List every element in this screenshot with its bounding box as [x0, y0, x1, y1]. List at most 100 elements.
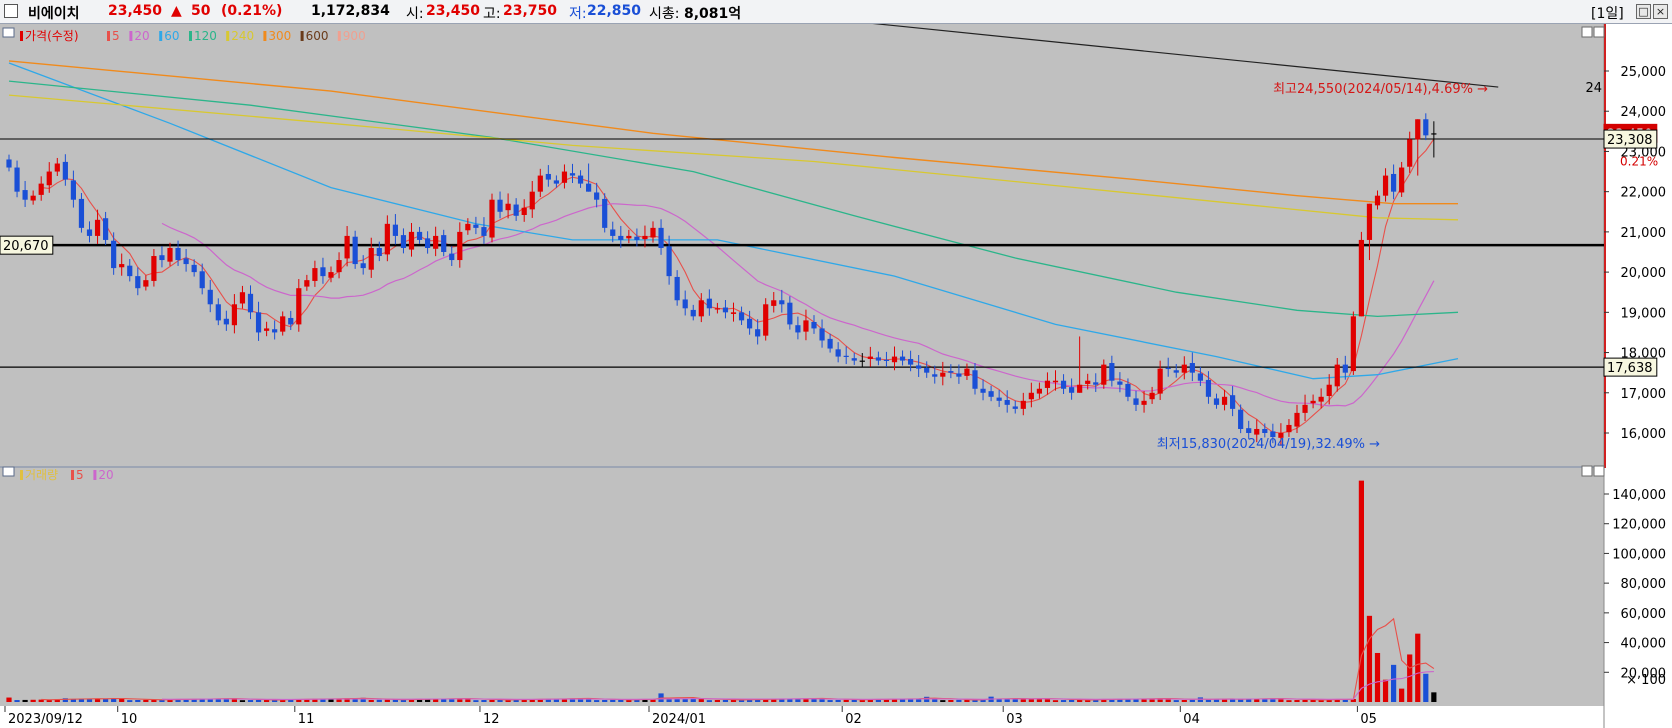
candle-body — [1036, 388, 1042, 394]
candle-body — [489, 199, 495, 238]
candle-body — [223, 318, 229, 325]
volume-bar — [247, 700, 254, 702]
candle-body — [561, 171, 568, 183]
candle-body — [674, 276, 680, 301]
candle-body — [610, 229, 616, 236]
volume-bar — [127, 700, 133, 702]
price-legend-swatch — [107, 31, 110, 41]
trend-line-label: 24 — [1585, 81, 1602, 96]
candle-body — [1189, 363, 1195, 373]
candle-body — [231, 304, 237, 326]
price-legend-swatch — [20, 31, 23, 41]
candle-body — [143, 280, 149, 287]
candle-body — [1213, 398, 1220, 405]
candle-body — [867, 356, 873, 359]
volume-bar — [368, 699, 374, 702]
volume-bar — [489, 699, 495, 702]
candle-body — [730, 312, 737, 314]
x-tick-label: 02 — [845, 712, 862, 727]
candle-body — [46, 171, 52, 186]
candle-body — [996, 397, 1002, 401]
candle-body — [803, 320, 809, 332]
candle-body — [62, 161, 68, 180]
candle-body — [175, 247, 181, 261]
candle-body — [1069, 387, 1075, 393]
price-legend-item: 가격(수정) — [25, 29, 79, 43]
candle-body — [1077, 384, 1083, 393]
candle-body — [932, 374, 938, 377]
candle-body — [111, 240, 117, 269]
period-selector[interactable]: [1일] — [1591, 3, 1624, 23]
volume-bar — [602, 699, 608, 702]
candle-body — [875, 357, 881, 361]
candle-body — [811, 321, 817, 329]
candle-body — [207, 289, 213, 305]
candle-body — [819, 328, 825, 341]
volume-legend-swatch — [93, 470, 97, 480]
candle-body — [38, 183, 44, 195]
volume-tick-label: 140,000 — [1612, 488, 1666, 503]
volume-legend-item: 거래량 — [25, 468, 58, 482]
x-tick-label: 10 — [121, 712, 138, 727]
candle-body — [1342, 364, 1348, 373]
hline-label-1: 20,670 — [3, 239, 49, 254]
candle-body — [151, 256, 157, 281]
open-label: 시: — [406, 6, 424, 22]
candle-body — [247, 293, 254, 313]
price-legend-item: 240 — [231, 29, 254, 43]
high-label: 고: — [483, 6, 501, 22]
candle-body — [747, 318, 753, 329]
price-legend-item: 120 — [194, 29, 217, 43]
candle-body — [1004, 400, 1010, 405]
x-tick-label: 04 — [1183, 712, 1200, 727]
volume-tick-label: 60,000 — [1621, 607, 1667, 622]
x-tick-label: 12 — [483, 712, 500, 727]
candle-body — [505, 203, 511, 211]
low-annotation: 최저15,830(2024/04/19),32.49% → — [1157, 437, 1380, 452]
candle-body — [1246, 428, 1252, 433]
volume-bar — [1423, 673, 1429, 702]
price-legend-item: 300 — [268, 29, 291, 43]
volume-bar — [594, 700, 600, 702]
candle-body — [1318, 396, 1324, 402]
volume-bar — [827, 700, 833, 702]
volume-bar — [940, 700, 946, 702]
candle-body — [344, 235, 350, 259]
candle-body — [924, 367, 930, 373]
candle-body — [1157, 368, 1163, 394]
x-tick-label: 03 — [1006, 712, 1023, 727]
volume-bar — [1302, 699, 1308, 702]
volume-tick-label: 80,000 — [1621, 577, 1667, 592]
volume-bar — [1366, 615, 1373, 702]
current-price: 23,450 — [108, 3, 163, 19]
select-checkbox[interactable] — [4, 4, 18, 18]
candle-body — [586, 183, 592, 192]
price-legend-swatch — [159, 31, 163, 41]
candle-body — [425, 238, 431, 248]
candle-body — [553, 180, 559, 184]
candle-body — [360, 263, 366, 269]
candle-body — [666, 246, 672, 277]
candle-body — [1085, 380, 1091, 384]
stock-name: 비에이치 — [28, 6, 80, 22]
candle-body — [1238, 409, 1244, 429]
price-tick-label: 21,000 — [1621, 226, 1667, 241]
volume-bar — [1181, 699, 1187, 702]
maximize-icon[interactable]: □ — [1636, 4, 1651, 19]
market-cap: 8,081억 — [684, 6, 742, 22]
volume-legend-swatch — [20, 470, 23, 480]
candle-body — [352, 236, 358, 265]
volume-bar — [6, 697, 12, 702]
candle-body — [441, 235, 447, 252]
candle-body — [1350, 316, 1356, 372]
volume-legend-item: 20 — [98, 468, 113, 482]
candle-body — [191, 264, 197, 273]
volume-panel-close-icon — [1593, 465, 1605, 477]
candle-body — [650, 227, 656, 238]
volume-panel-minimize-icon — [1581, 465, 1593, 477]
candle-body — [916, 365, 922, 369]
price-tick-label: 24,000 — [1621, 105, 1667, 120]
volume-bar — [1391, 664, 1397, 702]
close-icon[interactable]: × — [1653, 4, 1668, 19]
candle-body — [602, 198, 608, 228]
